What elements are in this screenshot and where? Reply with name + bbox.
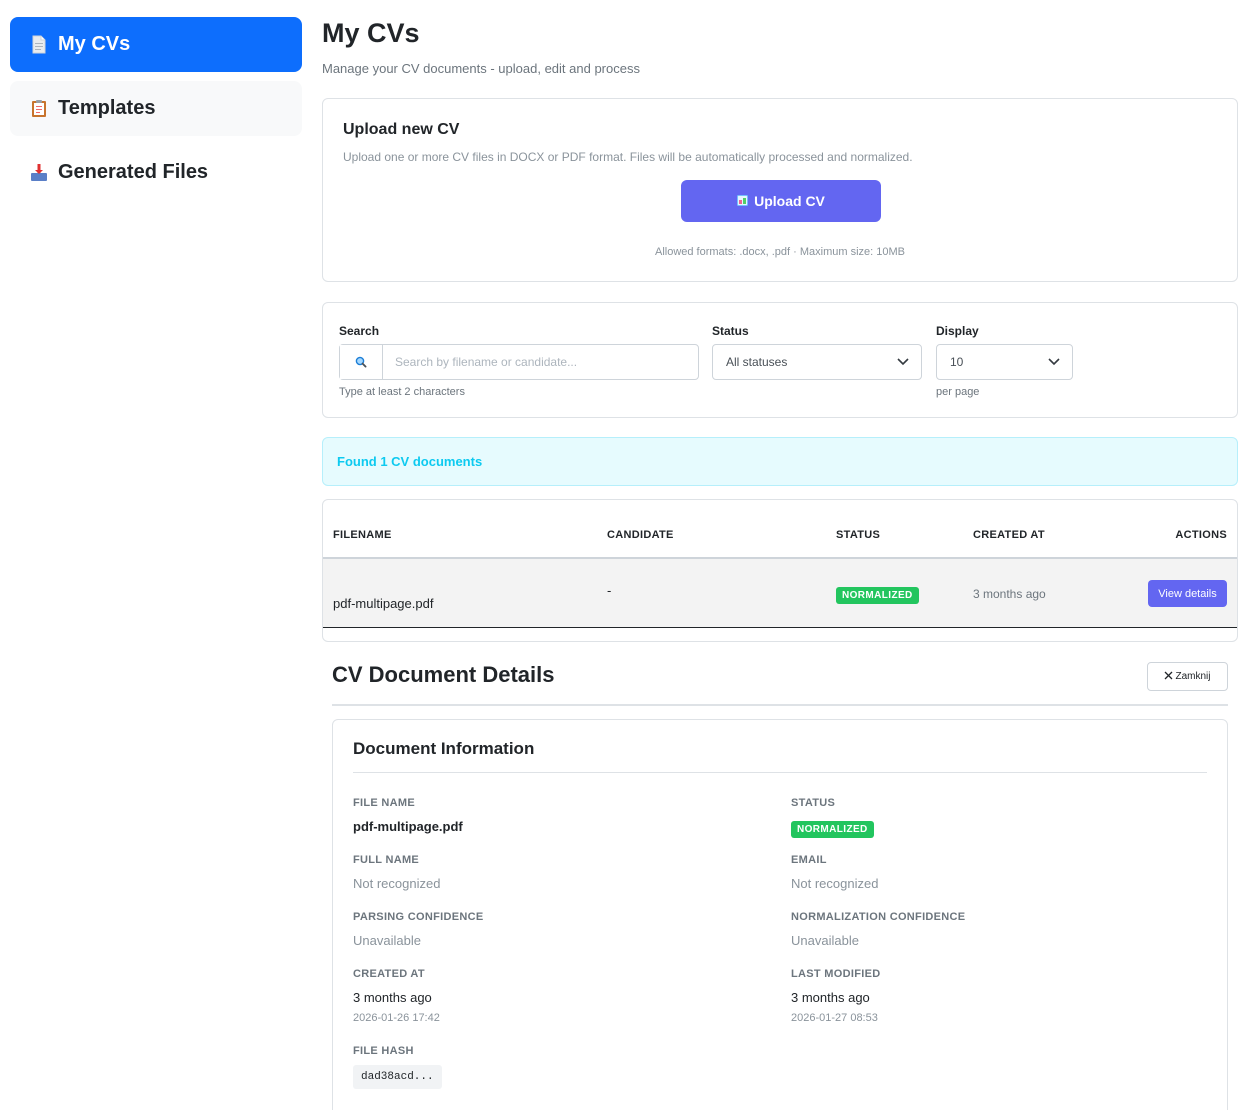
last-modified-relative: 3 months ago — [791, 990, 870, 1005]
search-input[interactable] — [383, 345, 698, 379]
sidebar: My CVs Templates Generated Files — [10, 17, 302, 209]
search-group — [339, 344, 699, 380]
file-name-value: pdf-multipage.pdf — [353, 819, 463, 834]
search-icon — [340, 345, 383, 379]
sidebar-item-my-cvs[interactable]: My CVs — [10, 17, 302, 72]
close-details-button[interactable]: Zamknij — [1147, 662, 1228, 691]
upload-cv-button[interactable]: Upload CV — [681, 180, 881, 222]
row-status: NORMALIZED — [836, 586, 919, 604]
email-value: Not recognized — [791, 876, 879, 891]
normalization-confidence-value: Unavailable — [791, 933, 859, 948]
row-created-at: 3 months ago — [973, 587, 1046, 601]
section-title: Document Information — [353, 739, 535, 758]
status-badge: NORMALIZED — [836, 587, 919, 604]
table-header: FILENAME CANDIDATE STATUS CREATED AT ACT… — [323, 500, 1237, 559]
status-select[interactable]: All statuses — [712, 344, 922, 380]
sidebar-item-label: My CVs — [58, 33, 131, 55]
search-hint: Type at least 2 characters — [339, 386, 465, 398]
status-label: STATUS — [791, 797, 836, 809]
full-name-value: Not recognized — [353, 876, 441, 891]
column-header-actions: ACTIONS — [1175, 529, 1227, 541]
filters-card: Search Type at least 2 characters Status… — [322, 302, 1238, 418]
parsing-confidence-value: Unavailable — [353, 933, 421, 948]
display-select-value: 10 — [950, 355, 964, 369]
display-label: Display — [936, 324, 979, 338]
file-name-label: FILE NAME — [353, 797, 415, 809]
upload-icon — [737, 193, 749, 209]
last-modified-timestamp: 2026-01-27 08:53 — [791, 1012, 878, 1024]
display-select[interactable]: 10 — [936, 344, 1073, 380]
upload-title: Upload new CV — [343, 121, 460, 138]
upload-description: Upload one or more CV files in DOCX or P… — [343, 150, 913, 164]
row-filename: pdf-multipage.pdf — [333, 596, 434, 611]
sidebar-item-label: Templates — [58, 97, 156, 119]
status-label: Status — [712, 324, 749, 338]
inbox-tray-icon — [30, 163, 48, 183]
file-hash-value: dad38acd... — [353, 1065, 442, 1089]
cv-table: FILENAME CANDIDATE STATUS CREATED AT ACT… — [322, 499, 1238, 642]
close-icon — [1164, 671, 1173, 683]
status-badge: NORMALIZED — [791, 821, 874, 838]
document-information-card: Document Information FILE NAME pdf-multi… — [332, 719, 1228, 1110]
status-value: NORMALIZED — [791, 819, 874, 838]
sidebar-item-label: Generated Files — [58, 161, 209, 183]
chevron-down-icon — [1048, 355, 1060, 369]
view-details-button[interactable]: View details — [1148, 580, 1227, 607]
email-label: EMAIL — [791, 854, 827, 866]
status-select-value: All statuses — [726, 355, 788, 369]
display-hint: per page — [936, 386, 980, 398]
page-title: My CVs — [322, 18, 420, 48]
normalization-confidence-label: NORMALIZATION CONFIDENCE — [791, 911, 966, 923]
created-at-relative: 3 months ago — [353, 990, 432, 1005]
results-count: Found 1 CV documents — [337, 454, 483, 469]
column-header-created-at: CREATED AT — [973, 529, 1045, 541]
sidebar-item-generated-files[interactable]: Generated Files — [10, 145, 302, 200]
table-row[interactable]: pdf-multipage.pdf - NORMALIZED 3 months … — [323, 559, 1237, 628]
created-at-timestamp: 2026-01-26 17:42 — [353, 1012, 440, 1024]
allowed-formats: Allowed formats: .docx, .pdf · Maximum s… — [654, 246, 906, 258]
file-hash-label: FILE HASH — [353, 1045, 414, 1057]
divider — [353, 772, 1207, 773]
divider — [332, 704, 1228, 706]
results-alert: Found 1 CV documents — [322, 437, 1238, 486]
chevron-down-icon — [897, 355, 909, 369]
page-subtitle: Manage your CV documents - upload, edit … — [322, 61, 640, 76]
upload-card: Upload new CV Upload one or more CV file… — [322, 98, 1238, 282]
column-header-status: STATUS — [836, 529, 881, 541]
document-icon — [30, 35, 48, 55]
clipboard-icon — [30, 99, 48, 119]
search-label: Search — [339, 324, 380, 338]
details-title: CV Document Details — [332, 662, 555, 687]
column-header-candidate: CANDIDATE — [607, 529, 674, 541]
full-name-label: FULL NAME — [353, 854, 420, 866]
sidebar-item-templates[interactable]: Templates — [10, 81, 302, 136]
last-modified-label: LAST MODIFIED — [791, 968, 881, 980]
created-at-label: CREATED AT — [353, 968, 425, 980]
parsing-confidence-label: PARSING CONFIDENCE — [353, 911, 484, 923]
column-header-filename: FILENAME — [333, 529, 392, 541]
close-label: Zamknij — [1175, 671, 1211, 682]
upload-cv-label: Upload CV — [754, 193, 825, 209]
row-candidate: - — [607, 583, 612, 598]
